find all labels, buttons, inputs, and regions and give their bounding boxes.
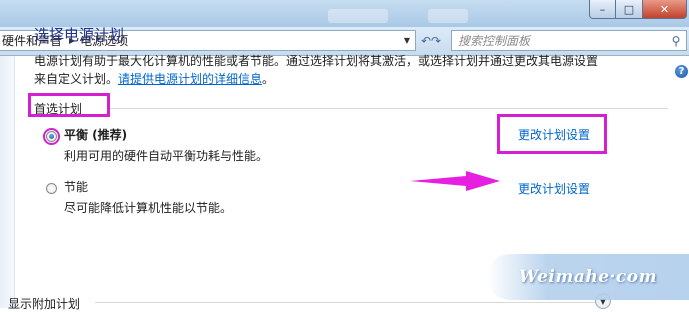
minimize-button[interactable]: – [589, 0, 616, 19]
highlight-box-section [28, 93, 110, 117]
search-input[interactable] [452, 31, 666, 50]
titlebar-blur [328, 9, 388, 23]
search-box[interactable]: ⚲ [451, 30, 687, 51]
section-divider [110, 108, 668, 109]
refresh-icon: ↶↷ [420, 33, 442, 48]
maximize-button[interactable]: □ [616, 0, 643, 19]
chevron-down-icon[interactable]: ▼ [399, 31, 415, 50]
plan-power-saver-label[interactable]: 节能 [64, 178, 88, 195]
titlebar-blur [428, 9, 468, 23]
left-panel-edge [0, 56, 15, 308]
plan-balanced-radio[interactable] [46, 131, 57, 142]
plan-details-link[interactable]: 请提供电源计划的详细信息 [118, 72, 262, 86]
description-text: 来自定义计划。 [34, 72, 119, 86]
page-title: 选择电源计划 [34, 26, 125, 44]
section-divider [95, 302, 595, 303]
watermark-text: Weimahe·com [518, 267, 658, 287]
plan-power-saver-description: 尽可能降低计算机性能以节能。 [64, 201, 233, 215]
refresh-button[interactable]: ↶↷ [419, 30, 443, 51]
description-text: 。 [262, 72, 275, 86]
plan-balanced-label[interactable]: 平衡 (推荐) [64, 126, 127, 143]
search-icon[interactable]: ⚲ [666, 34, 686, 48]
plan-balanced-description: 利用可用的硬件自动平衡功耗与性能。 [64, 149, 269, 163]
close-button[interactable]: ✕ [643, 0, 687, 19]
plan-power-saver-change-settings-link[interactable]: 更改计划设置 [518, 180, 590, 197]
help-icon[interactable]: ? [675, 65, 688, 78]
description-text: 电源计划有助于最大化计算机的性能或者节能。通过选择计划将其激活，或选择计划并通过… [34, 54, 599, 68]
page-description: 电源计划有助于最大化计算机的性能或者节能。通过选择计划将其激活，或选择计划并通过… [34, 52, 624, 88]
annotation-arrow [410, 171, 500, 191]
additional-plans-heading[interactable]: 显示附加计划 [8, 295, 80, 312]
watermark: Weimahe·com [487, 254, 689, 300]
window-titlebar: – □ ✕ [0, 0, 689, 27]
highlight-box-link [497, 114, 607, 154]
window-controls: – □ ✕ [589, 0, 687, 19]
plan-power-saver-radio[interactable] [46, 183, 57, 194]
